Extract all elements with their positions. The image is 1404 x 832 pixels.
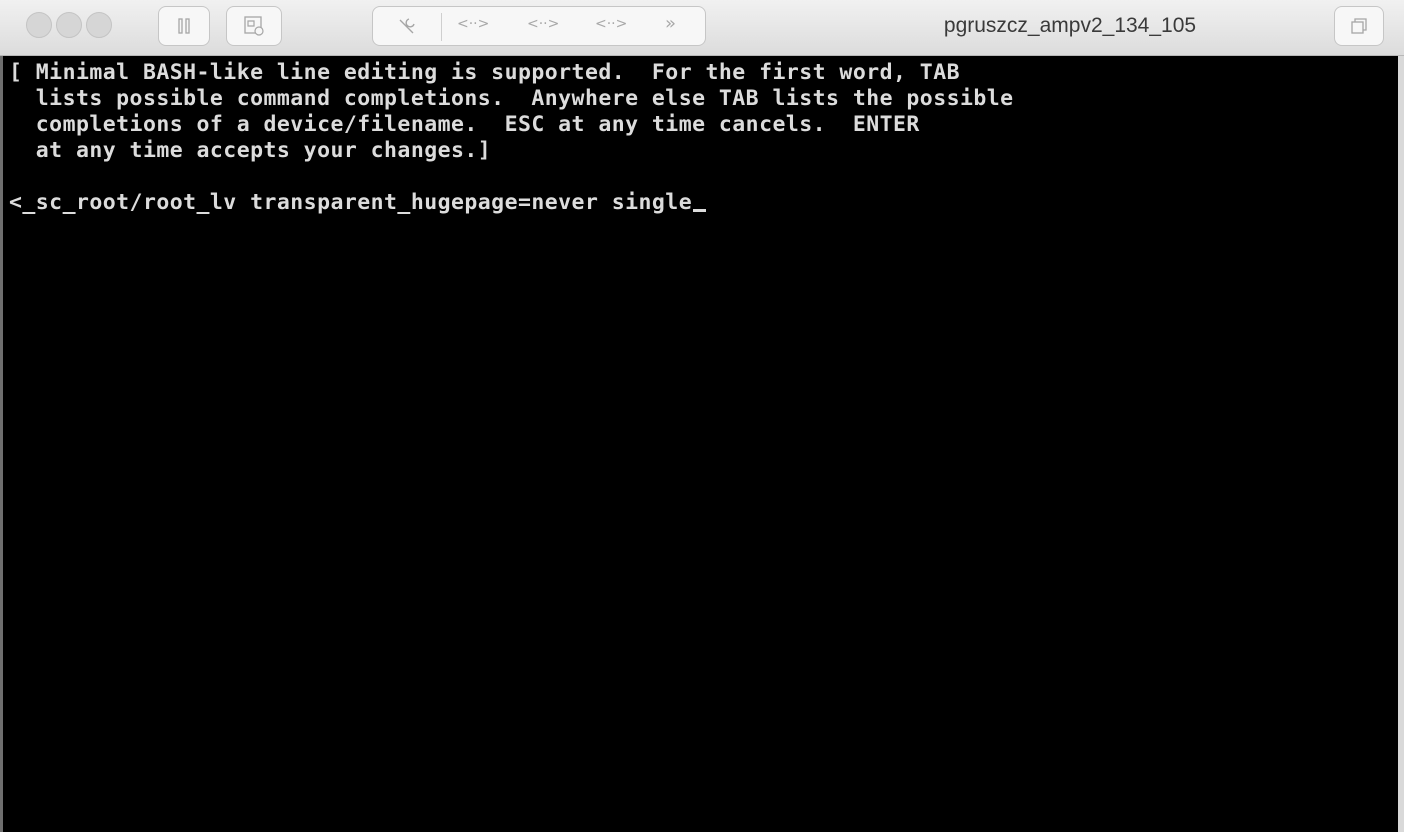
toolbar-divider [441, 13, 442, 41]
minimize-window-button[interactable] [56, 12, 82, 38]
wrench-icon[interactable] [395, 15, 419, 39]
send-key-button-1[interactable]: <··> [457, 16, 489, 32]
help-line-2: lists possible command completions. Anyw… [9, 86, 1014, 111]
help-line-3: completions of a device/filename. ESC at… [9, 112, 920, 137]
fullscreen-button[interactable] [1334, 6, 1384, 46]
snapshot-button[interactable] [226, 6, 282, 46]
text-cursor [693, 209, 707, 212]
grub-terminal: [ Minimal BASH-like line editing is supp… [9, 60, 1014, 216]
help-line-4: at any time accepts your changes.] [9, 138, 492, 163]
window-titlebar: <··> <··> <··> » pgruszcz_ampv2_134_105 [0, 0, 1404, 56]
windows-icon [1351, 18, 1367, 34]
send-key-button-2[interactable]: <··> [527, 16, 559, 32]
more-keys-button[interactable]: » [665, 13, 676, 34]
keyboard-toolbar: <··> <··> <··> » [372, 6, 706, 46]
kernel-command-line[interactable]: <_sc_root/root_lv transparent_hugepage=n… [9, 190, 692, 215]
window-title: pgruszcz_ampv2_134_105 [943, 14, 1197, 37]
help-line-1: [ Minimal BASH-like line editing is supp… [9, 60, 960, 85]
pause-icon [178, 18, 190, 34]
zoom-window-button[interactable] [86, 12, 112, 38]
close-window-button[interactable] [26, 12, 52, 38]
send-key-button-3[interactable]: <··> [595, 16, 627, 32]
pause-button[interactable] [158, 6, 210, 46]
vm-console-screen[interactable]: [ Minimal BASH-like line editing is supp… [0, 56, 1404, 832]
snapshot-icon [244, 16, 264, 36]
